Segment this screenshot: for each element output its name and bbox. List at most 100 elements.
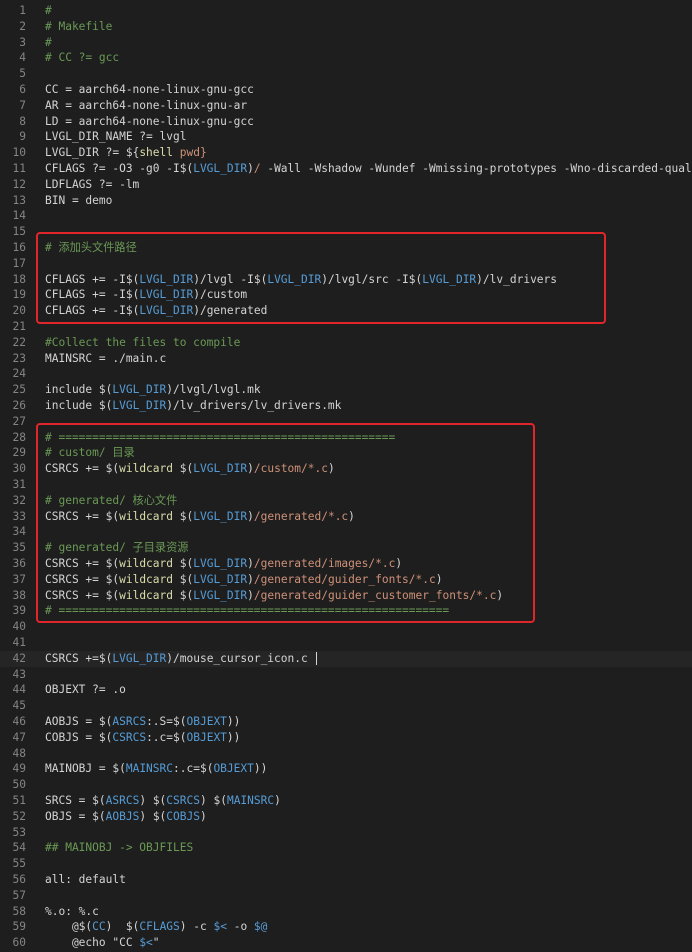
code-line[interactable]: 37 CSRCS += $(wildcard $(LVGL_DIR)/genera…: [0, 572, 692, 588]
code-line[interactable]: 24: [0, 366, 692, 382]
code-line[interactable]: 2 # Makefile: [0, 19, 692, 35]
code-line[interactable]: 7 AR = aarch64-none-linux-gnu-ar: [0, 98, 692, 114]
code-line[interactable]: 45: [0, 698, 692, 714]
code-token: LVGL_DIR: [422, 272, 477, 286]
code-line[interactable]: 15: [0, 224, 692, 240]
code-text: SRCS = $(ASRCS) $(CSRCS) $(MAINSRC): [45, 793, 692, 809]
code-line[interactable]: 28 # ====================================…: [0, 430, 692, 446]
code-token: pwd}: [173, 146, 207, 160]
code-line[interactable]: 26 include $(LVGL_DIR)/lv_drivers/lv_driv…: [0, 398, 692, 414]
code-line[interactable]: 38 CSRCS += $(wildcard $(LVGL_DIR)/genera…: [0, 588, 692, 604]
code-line[interactable]: 19 CFLAGS += -I$(LVGL_DIR)/custom: [0, 287, 692, 303]
code-line[interactable]: 35 # generated/ 子目录资源: [0, 540, 692, 556]
code-line[interactable]: 3 #: [0, 35, 692, 51]
code-line[interactable]: 43: [0, 667, 692, 683]
code-line[interactable]: 58 %.o: %.c: [0, 904, 692, 920]
code-line[interactable]: 46 AOBJS = $(ASRCS:.S=$(OBJEXT)): [0, 714, 692, 730]
code-token: # generated/ 核心文件: [45, 493, 178, 507]
code-line[interactable]: 17: [0, 256, 692, 272]
line-number: 8: [19, 114, 26, 128]
code-line[interactable]: 33 CSRCS += $(wildcard $(LVGL_DIR)/genera…: [0, 509, 692, 525]
code-line[interactable]: 13 BIN = demo: [0, 193, 692, 209]
code-token: ): [274, 794, 281, 807]
code-token: ): [321, 272, 328, 286]
code-token: $(: [112, 762, 126, 776]
code-line[interactable]: 11 CFLAGS ?= -O3 -g0 -I$(LVGL_DIR)/ -Wall…: [0, 161, 692, 177]
line-number: 60: [12, 936, 26, 950]
code-line[interactable]: 55: [0, 856, 692, 872]
code-line[interactable]: 12 LDFLAGS ?= -lm: [0, 177, 692, 193]
code-token: ): [166, 383, 174, 397]
code-line[interactable]: 47 COBJS = $(CSRCS:.c=$(OBJEXT)): [0, 730, 692, 746]
code-token: ): [247, 557, 254, 570]
code-line[interactable]: 36 CSRCS += $(wildcard $(LVGL_DIR)/genera…: [0, 556, 692, 572]
code-line[interactable]: 59 @$(CC) $(CFLAGS) -c $< -o $@: [0, 919, 692, 935]
code-line[interactable]: 10 LVGL_DIR ?= ${shell pwd}: [0, 145, 692, 161]
code-token: ): [193, 288, 200, 302]
code-line[interactable]: 57: [0, 888, 692, 904]
code-line[interactable]: 54 ## MAINOBJ -> OBJFILES: [0, 840, 692, 856]
line-number: 51: [12, 794, 26, 807]
code-line[interactable]: 29 # custom/ 目录: [0, 445, 692, 461]
line-number: 21: [12, 320, 26, 333]
code-text: CSRCS += $(wildcard $(LVGL_DIR)/generate…: [45, 572, 692, 588]
code-line[interactable]: 41: [0, 635, 692, 651]
code-line[interactable]: 32 # generated/ 核心文件: [0, 493, 692, 509]
code-line[interactable]: 44 OBJEXT ?= .o: [0, 682, 692, 698]
code-text: ## MAINOBJ -> OBJFILES: [45, 840, 692, 856]
code-token: LVGL_DIR: [112, 651, 167, 665]
code-token: $(: [179, 572, 194, 586]
code-line[interactable]: 8 LD = aarch64-none-linux-gnu-gcc: [0, 114, 692, 130]
code-token: $(: [125, 272, 140, 286]
code-line[interactable]: 1 #: [0, 3, 692, 19]
code-line[interactable]: 27: [0, 414, 692, 430]
code-token: $(: [173, 715, 187, 728]
code-line[interactable]: 30 CSRCS += $(wildcard $(LVGL_DIR)/custom…: [0, 461, 692, 477]
code-line[interactable]: 18 CFLAGS += -I$(LVGL_DIR)/lvgl -I$(LVGL_…: [0, 272, 692, 288]
code-line[interactable]: 49 MAINOBJ = $(MAINSRC:.c=$(OBJEXT)): [0, 761, 692, 777]
code-token: )): [226, 730, 241, 744]
code-token: # 添加头文件路径: [45, 241, 137, 254]
line-number: 14: [12, 209, 26, 223]
code-line[interactable]: 14: [0, 208, 692, 224]
code-line[interactable]: 6 CC = aarch64-none-linux-gnu-gcc: [0, 82, 692, 98]
code-token: $(: [92, 794, 106, 807]
line-number: 11: [12, 162, 26, 175]
line-number: 32: [12, 493, 26, 507]
code-line[interactable]: 51 SRCS = $(ASRCS) $(CSRCS) $(MAINSRC): [0, 793, 692, 809]
code-text: AOBJS = $(ASRCS:.S=$(OBJEXT)): [45, 714, 692, 730]
code-line[interactable]: 4 # CC ?= gcc: [0, 50, 692, 66]
code-editor[interactable]: 60 @echo "CC $<" 59 @$(CC) $(CFLAGS) -c $…: [0, 0, 692, 952]
code-line[interactable]: 53: [0, 825, 692, 841]
code-token: # ======================================…: [45, 604, 450, 618]
code-line[interactable]: 42 CSRCS +=$(LVGL_DIR)/mouse_cursor_icon.…: [0, 650, 692, 667]
code-text: CC = aarch64-none-linux-gnu-gcc: [45, 82, 692, 98]
code-line[interactable]: 31: [0, 477, 692, 493]
code-line[interactable]: 20 CFLAGS += -I$(LVGL_DIR)/generated: [0, 303, 692, 319]
code-line[interactable]: 21: [0, 319, 692, 335]
code-line[interactable]: 5: [0, 66, 692, 82]
line-number: 26: [12, 399, 26, 412]
code-token: /lv_drivers/lv_drivers.mk: [173, 399, 342, 412]
code-line[interactable]: 16 # 添加头文件路径: [0, 240, 692, 256]
code-line[interactable]: 9 LVGL_DIR_NAME ?= lvgl: [0, 129, 692, 145]
code-line[interactable]: 25 include $(LVGL_DIR)/lvgl/lvgl.mk: [0, 382, 692, 398]
code-line[interactable]: 39 # ====================================…: [0, 603, 692, 619]
code-token: $(: [152, 794, 167, 807]
code-token: ): [435, 572, 443, 586]
code-line[interactable]: 34: [0, 524, 692, 540]
code-line[interactable]: 60 @echo "CC $<": [0, 935, 692, 951]
code-line[interactable]: 23 MAINSRC = ./main.c: [0, 351, 692, 367]
code-token: LDFLAGS ?= -lm: [45, 177, 140, 191]
code-line[interactable]: 22 #Collect the files to compile: [0, 335, 692, 351]
code-line[interactable]: 56 all: default: [0, 872, 692, 888]
line-number: 56: [12, 873, 26, 886]
code-token: $(: [105, 509, 120, 523]
code-token: $<: [139, 936, 153, 950]
code-line[interactable]: 40: [0, 619, 692, 635]
code-line[interactable]: 52 OBJS = $(AOBJS) $(COBJS): [0, 809, 692, 825]
line-number: 30: [12, 462, 26, 476]
code-line[interactable]: 48: [0, 746, 692, 762]
code-line[interactable]: 50: [0, 777, 692, 793]
